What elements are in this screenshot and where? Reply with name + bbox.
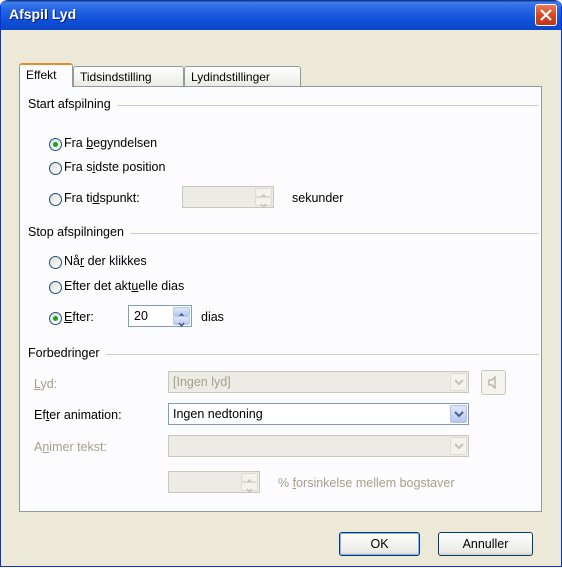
animate-text-dropdown[interactable]: [168, 435, 469, 457]
radio-label-after-slides[interactable]: Efter:: [64, 310, 94, 324]
spin-up-button[interactable]: [241, 473, 258, 484]
sound-dropdown[interactable]: [Ingen lyd]: [168, 371, 469, 393]
title-bar[interactable]: Afspil Lyd: [1, 0, 561, 30]
slides-unit-label: dias: [201, 310, 224, 324]
seconds-label: sekunder: [292, 191, 344, 205]
close-icon: [540, 9, 552, 21]
dialog-title: Afspil Lyd: [9, 6, 77, 22]
letter-delay-spinner[interactable]: [168, 471, 260, 494]
radio-label-from-beginning[interactable]: Fra begyndelsen: [64, 136, 157, 150]
group-label-stop: Stop afspilningen: [28, 225, 130, 239]
sound-preview-button[interactable]: [481, 370, 506, 395]
start-time-spinner[interactable]: [182, 186, 274, 209]
spin-up-button[interactable]: [255, 188, 272, 199]
slides-count-spinner[interactable]: 20: [128, 305, 192, 328]
close-button[interactable]: [535, 4, 557, 26]
radio-label-from-time[interactable]: Fra tidspunkt:: [64, 191, 140, 205]
group-label-enhancements: Forbedringer: [28, 346, 106, 360]
radio-label-on-click[interactable]: Når der klikkes: [64, 254, 147, 268]
radio-after-slides[interactable]: [49, 312, 62, 325]
after-animation-dropdown[interactable]: Ingen nedtoning: [168, 403, 469, 425]
slides-count-value: 20: [134, 309, 148, 323]
sound-label: Lyd:: [34, 377, 58, 391]
radio-label-from-last-position[interactable]: Fra sidste position: [64, 160, 165, 174]
radio-on-click[interactable]: [49, 256, 62, 269]
sound-dropdown-button[interactable]: [450, 373, 467, 391]
radio-from-last-position[interactable]: [49, 162, 62, 175]
animate-text-label: Animer tekst:: [34, 440, 107, 454]
animate-text-dropdown-button[interactable]: [450, 437, 467, 455]
tab-lydindstillinger[interactable]: Lydindstillinger: [184, 66, 301, 86]
after-animation-label: Efter animation:: [34, 408, 122, 422]
tab-effekt[interactable]: Effekt: [19, 63, 73, 87]
cancel-button[interactable]: Annuller: [438, 532, 533, 556]
ok-button[interactable]: OK: [339, 532, 420, 556]
chevron-down-icon: [454, 379, 464, 386]
dialog-window: Afspil Lyd Effekt Tidsindstilling Lydind…: [0, 0, 562, 567]
sound-dropdown-value: [Ingen lyd]: [173, 375, 231, 389]
radio-label-after-current-slide[interactable]: Efter det aktuelle dias: [64, 279, 184, 293]
after-animation-dropdown-button[interactable]: [450, 405, 467, 423]
chevron-down-icon: [260, 203, 267, 209]
chevron-down-icon: [454, 443, 464, 450]
spin-down-button[interactable]: [241, 482, 258, 494]
spin-up-button[interactable]: [173, 307, 190, 318]
chevron-down-icon: [454, 411, 464, 418]
tab-panel-effekt: Start afspilning Fra begyndelsen Fra sid…: [19, 86, 542, 512]
letter-delay-label: % forsinkelse mellem bogstaver: [278, 476, 455, 490]
radio-from-beginning[interactable]: [49, 138, 62, 151]
group-label-start: Start afspilning: [28, 97, 117, 111]
tab-tidsindstilling[interactable]: Tidsindstilling: [73, 66, 184, 86]
spin-down-button[interactable]: [173, 316, 190, 328]
chevron-down-icon: [178, 322, 185, 328]
radio-after-current-slide[interactable]: [49, 281, 62, 294]
spin-down-button[interactable]: [255, 197, 272, 209]
radio-from-time[interactable]: [49, 193, 62, 206]
chevron-down-icon: [246, 488, 253, 494]
after-animation-value: Ingen nedtoning: [173, 407, 263, 421]
speaker-icon: [488, 375, 496, 390]
